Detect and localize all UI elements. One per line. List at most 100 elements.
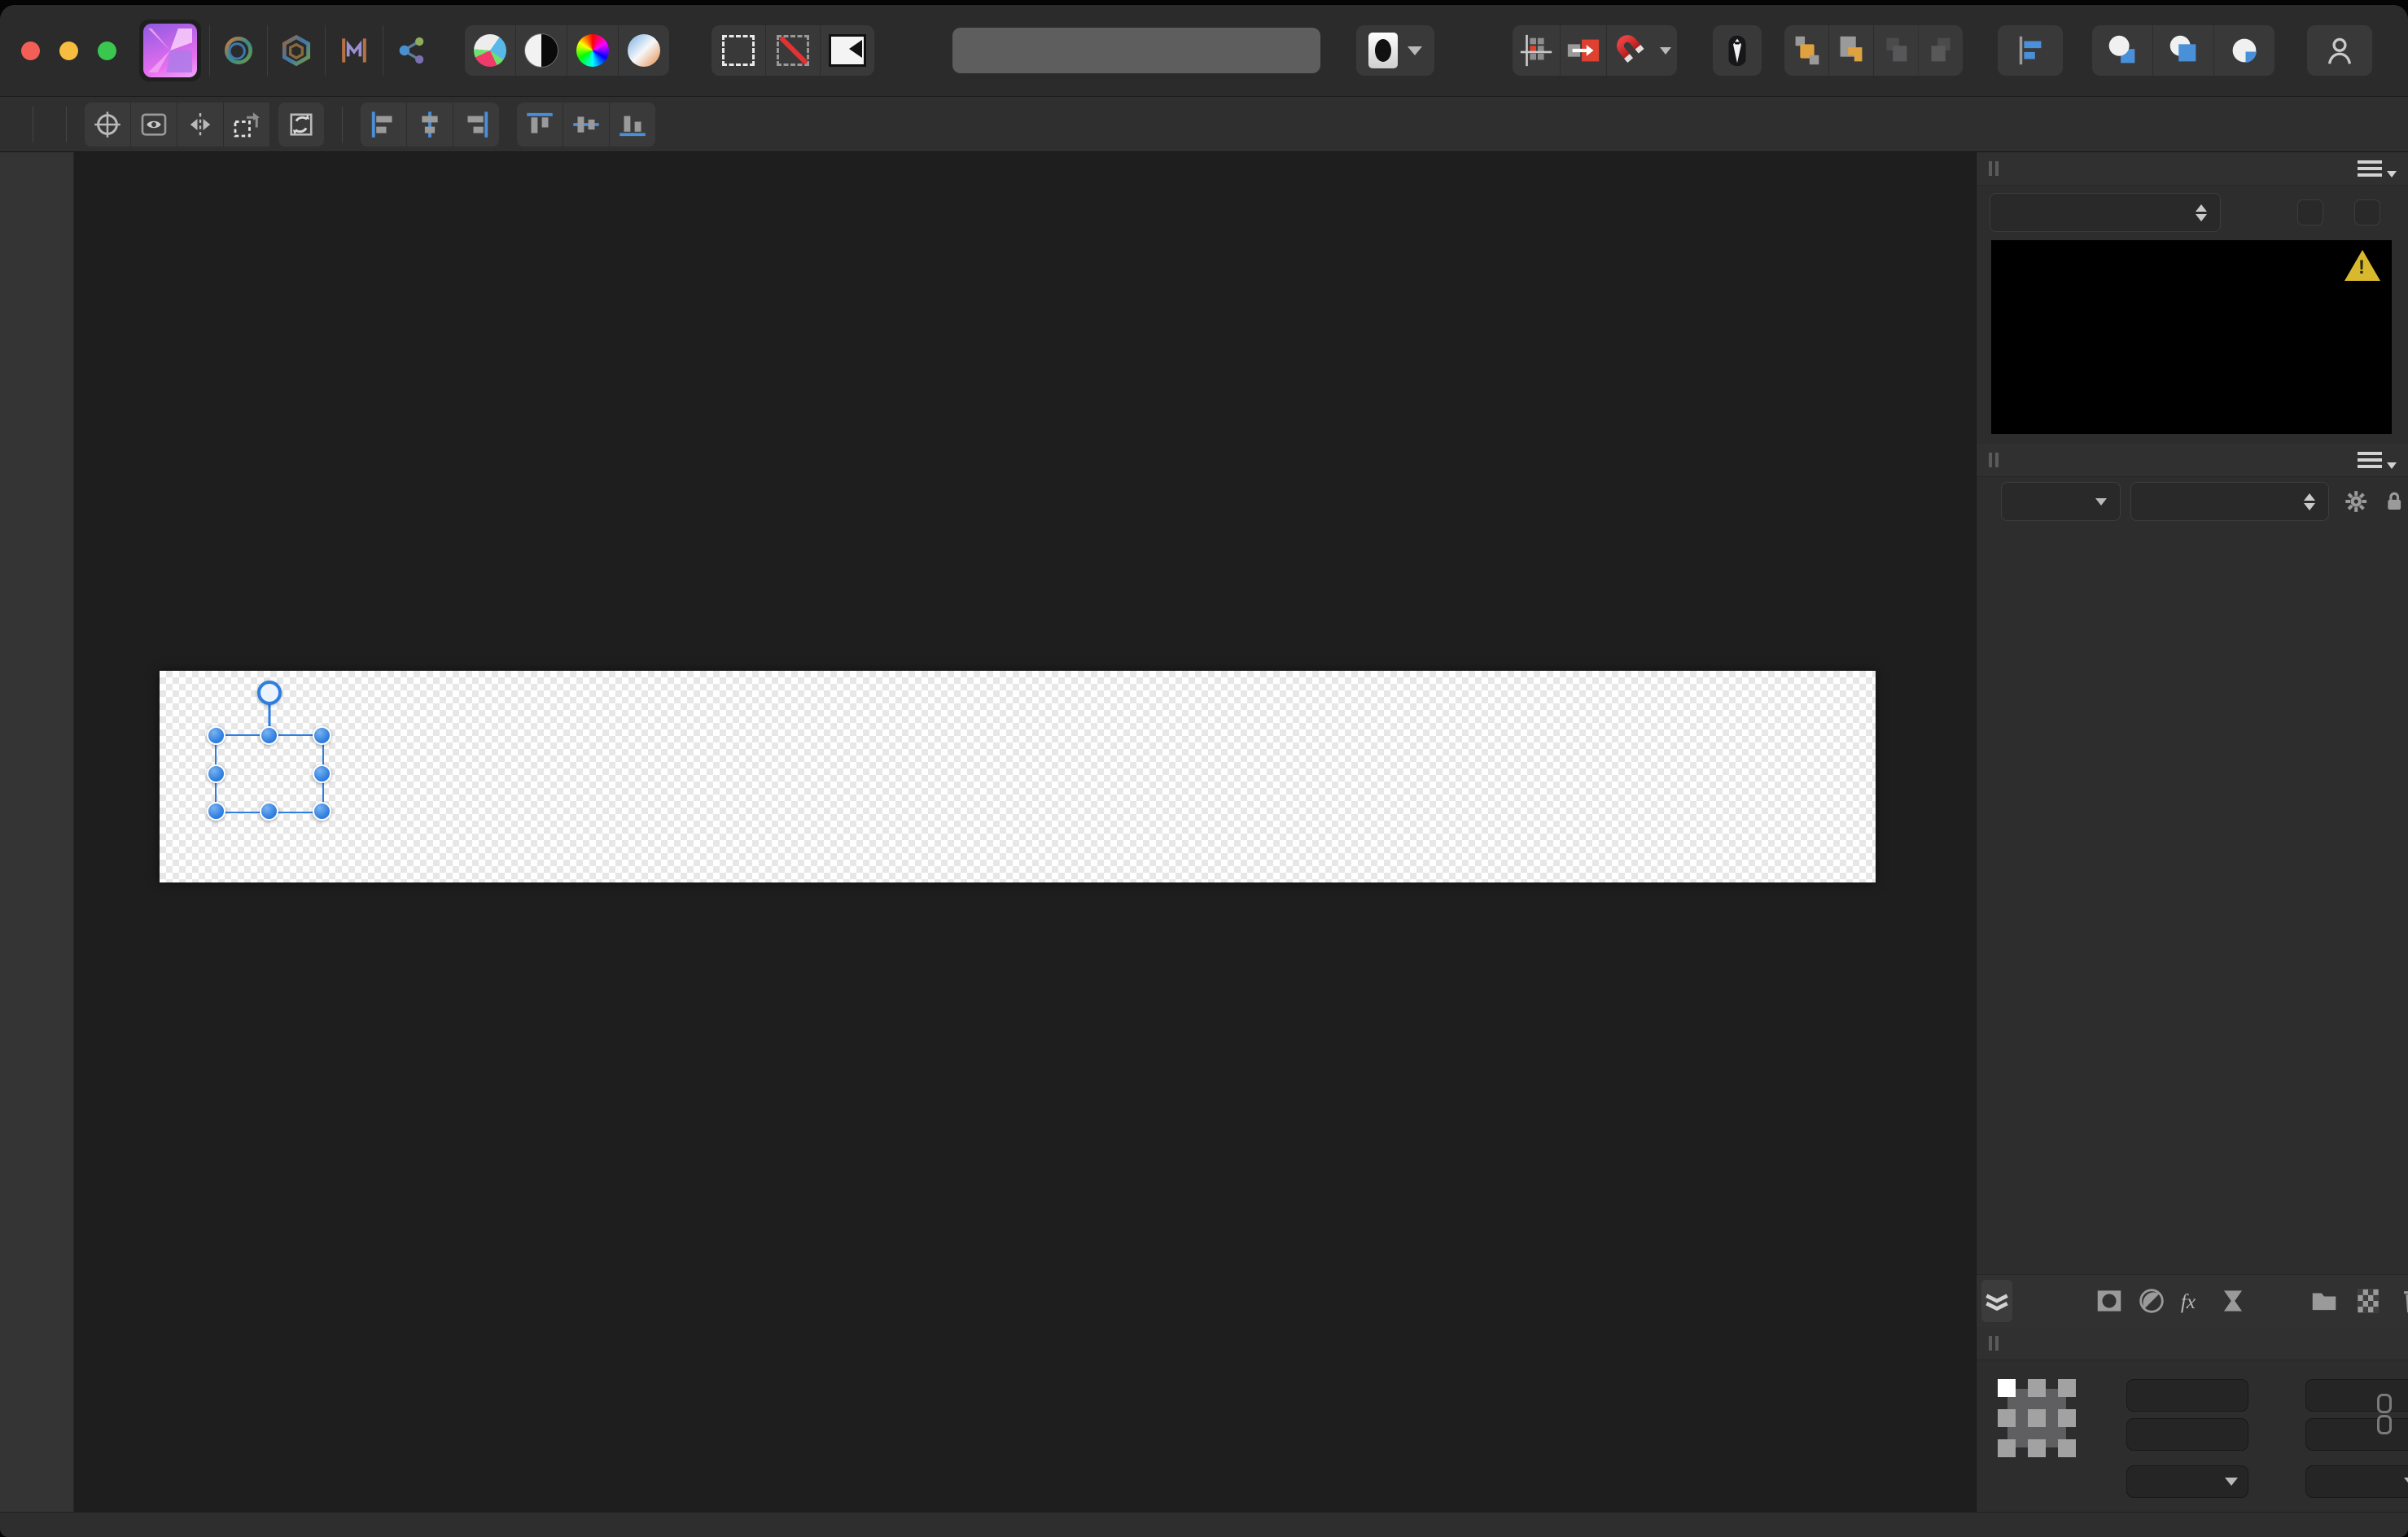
- align-top-button[interactable]: [517, 103, 563, 147]
- fullscreen-button[interactable]: [98, 42, 116, 60]
- anchor-right[interactable]: [2058, 1409, 2076, 1427]
- stepper-icon: [2184, 204, 2207, 221]
- resize-handle-sw[interactable]: [207, 802, 225, 821]
- document-title-tab[interactable]: [952, 28, 1320, 73]
- w-input[interactable]: [2305, 1379, 2408, 1412]
- close-button[interactable]: [21, 42, 40, 60]
- anchor-point-selector[interactable]: [1998, 1379, 2076, 1457]
- geometry-add-button[interactable]: [2092, 25, 2153, 76]
- traffic-lights: [21, 42, 116, 60]
- layer-lock-icon[interactable]: [2380, 487, 2408, 516]
- align-center-h-button[interactable]: [407, 103, 453, 147]
- liquify-persona-button[interactable]: [516, 25, 567, 76]
- chevron-down-icon: [1660, 47, 1671, 55]
- photo-persona-button[interactable]: [465, 25, 516, 76]
- geometry-subtract-button[interactable]: [2153, 25, 2214, 76]
- layer-effects-button[interactable]: fx: [2178, 1285, 2209, 1316]
- geometry-divide-button[interactable]: [2214, 25, 2274, 76]
- blend-mode-dropdown[interactable]: [2130, 482, 2329, 521]
- new-group-button[interactable]: [2309, 1285, 2340, 1316]
- affinity-photo-app-icon[interactable]: [139, 20, 201, 81]
- histogram-display: [1991, 240, 2392, 434]
- x-input[interactable]: [2126, 1379, 2248, 1412]
- anchor-top-right[interactable]: [2058, 1379, 2076, 1397]
- tone-mapping-persona-button[interactable]: [619, 25, 669, 76]
- canvas-area[interactable]: [74, 152, 1976, 1517]
- nodes-app-icon[interactable]: [392, 30, 432, 71]
- anchor-top-left[interactable]: [1998, 1379, 2016, 1397]
- anchor-bottom-left[interactable]: [1998, 1439, 2016, 1457]
- shear-dropdown[interactable]: [2305, 1465, 2408, 1498]
- arrange-to-back-button[interactable]: [1874, 25, 1919, 76]
- y-input[interactable]: [2126, 1418, 2248, 1451]
- align-middle-v-button[interactable]: [563, 103, 610, 147]
- new-pixel-layer-button[interactable]: [2353, 1285, 2384, 1316]
- arrange-forward-one-button[interactable]: [1829, 25, 1874, 76]
- align-right-button[interactable]: [453, 103, 499, 147]
- new-selection-button[interactable]: [711, 25, 766, 76]
- marquee-checkbox[interactable]: [2354, 199, 2380, 226]
- develop-persona-button[interactable]: [567, 25, 619, 76]
- show-selection-in-layers-button[interactable]: [131, 103, 177, 147]
- transform-mode-button[interactable]: [278, 103, 324, 147]
- duplicate-selection-button[interactable]: [224, 103, 270, 147]
- flip-horizontal-button[interactable]: [177, 103, 224, 147]
- subtract-selection-button[interactable]: [766, 25, 821, 76]
- minimize-button[interactable]: [59, 42, 78, 60]
- chevron-down-icon: [2404, 1478, 2408, 1486]
- cycle-selection-box-button[interactable]: [85, 103, 131, 147]
- resize-handle-se[interactable]: [313, 802, 331, 821]
- sprite-sheet-canvas[interactable]: [160, 671, 1876, 882]
- selection-mode-group: [711, 25, 874, 76]
- hamburger-icon: [2358, 452, 2382, 455]
- audio-app-icon[interactable]: [334, 30, 374, 71]
- mask-layer-button[interactable]: [2094, 1285, 2125, 1316]
- histogram-warning-icon[interactable]: [2345, 250, 2380, 281]
- opacity-dropdown[interactable]: [2001, 482, 2121, 521]
- snapping-grid-button[interactable]: [1513, 25, 1561, 76]
- selection-bounding-box[interactable]: [215, 734, 324, 813]
- anchor-bottom[interactable]: [2028, 1439, 2046, 1457]
- anchor-top[interactable]: [2028, 1379, 2046, 1397]
- anchor-bottom-right[interactable]: [2058, 1439, 2076, 1457]
- align-bottom-button[interactable]: [610, 103, 655, 147]
- magnet-snapping-button[interactable]: [1607, 25, 1677, 76]
- resize-handle-s[interactable]: [260, 802, 278, 821]
- resize-handle-nw[interactable]: [207, 726, 225, 745]
- resize-handle-w[interactable]: [207, 764, 225, 783]
- layers-checkbox[interactable]: [2297, 199, 2323, 226]
- body: fx: [0, 152, 2408, 1517]
- swirl-app-icon[interactable]: [218, 30, 259, 71]
- h-input[interactable]: [2305, 1418, 2408, 1451]
- panel-drag-handle[interactable]: [1983, 1327, 2004, 1360]
- link-dimensions-icon[interactable]: [2377, 1392, 2388, 1428]
- rotation-dropdown[interactable]: [2126, 1465, 2248, 1498]
- panel-drag-handle[interactable]: [1983, 152, 2004, 185]
- channel-select[interactable]: [1990, 193, 2221, 232]
- rotation-handle[interactable]: [257, 681, 282, 705]
- anchor-left[interactable]: [1998, 1409, 2016, 1427]
- resize-handle-e[interactable]: [313, 764, 331, 783]
- delete-layer-button[interactable]: [2398, 1285, 2408, 1316]
- hexagon-app-icon[interactable]: [276, 30, 317, 71]
- align-vertical-group: [517, 103, 655, 147]
- panel-menu-button[interactable]: [2358, 152, 2397, 185]
- assistant-button[interactable]: [1356, 25, 1434, 76]
- arrange-back-one-button[interactable]: [1784, 25, 1829, 76]
- assistant-manager-button[interactable]: [1713, 25, 1762, 76]
- live-filter-button[interactable]: [2218, 1285, 2248, 1316]
- align-left-button[interactable]: [361, 103, 407, 147]
- arrange-to-front-button[interactable]: [1919, 25, 1963, 76]
- panel-menu-button[interactable]: [2358, 444, 2397, 476]
- layer-stack-button[interactable]: [1981, 1280, 2012, 1322]
- account-button[interactable]: [2307, 25, 2372, 76]
- resize-handle-ne[interactable]: [313, 726, 331, 745]
- alignment-button[interactable]: [1998, 25, 2063, 76]
- force-pixel-alignment-button[interactable]: [1561, 25, 1607, 76]
- panel-drag-handle[interactable]: [1983, 444, 2004, 476]
- resize-handle-n[interactable]: [260, 726, 278, 745]
- anchor-center[interactable]: [2028, 1409, 2046, 1427]
- layer-settings-gear-icon[interactable]: [2342, 487, 2370, 516]
- intersect-selection-button[interactable]: [821, 25, 874, 76]
- adjustment-layer-button[interactable]: [2136, 1285, 2167, 1316]
